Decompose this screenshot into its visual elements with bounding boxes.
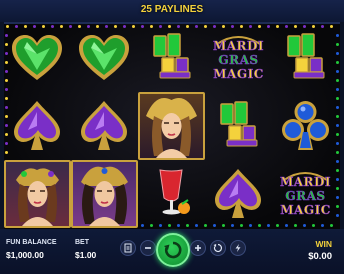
paytable-button[interactable] xyxy=(120,240,136,256)
logo-line1: MARDI xyxy=(213,39,264,53)
logo-icon: MARDI GRAS MAGIC xyxy=(213,36,264,81)
plus-icon xyxy=(195,245,201,251)
symbol-shot-glasses xyxy=(272,24,339,92)
shot-glasses-icon xyxy=(153,33,191,79)
green-heart-icon xyxy=(12,35,62,80)
win-value: $0.00 xyxy=(308,251,332,262)
symbol-blue-club xyxy=(272,92,339,160)
green-heart-icon xyxy=(79,35,129,80)
symbol-woman-wild xyxy=(138,92,205,160)
symbol-logo: MARDI GRAS MAGIC xyxy=(205,24,272,92)
spin-arrow-icon xyxy=(164,241,182,259)
woman-wild-icon xyxy=(81,166,128,226)
logo-icon: MARDI GRAS MAGIC xyxy=(280,172,331,217)
header-bar: 25 PAYLINES xyxy=(0,0,344,22)
blue-club-icon xyxy=(282,101,329,150)
reel-area: MARDI GRAS MAGIC MARDI GRAS MAGIC xyxy=(4,22,340,231)
decrease-bet-button[interactable] xyxy=(140,240,156,256)
woman-wild-icon xyxy=(16,168,59,226)
bet-label: BET xyxy=(75,239,89,246)
symbol-shot-glasses xyxy=(205,92,272,160)
logo-line2: GRAS xyxy=(218,53,258,67)
symbol-green-heart xyxy=(71,24,138,92)
lightning-icon xyxy=(235,244,241,252)
shot-glasses-icon xyxy=(287,33,325,79)
paylines-label: 25 PAYLINES xyxy=(140,4,204,15)
symbol-green-heart xyxy=(4,24,71,92)
bet-value: $1.00 xyxy=(75,250,97,260)
cocktail-icon xyxy=(159,169,190,215)
purple-spade-icon xyxy=(215,169,261,218)
symbol-shot-glasses xyxy=(138,24,205,92)
logo-line1: MARDI xyxy=(280,175,331,189)
symbol-woman-wild xyxy=(4,160,71,228)
logo-line3: MAGIC xyxy=(213,67,264,81)
win-label: WIN xyxy=(315,239,332,249)
symbol-woman-wild xyxy=(71,160,138,228)
purple-spade-icon xyxy=(14,101,60,150)
purple-spade-icon xyxy=(81,101,127,150)
symbol-cocktail xyxy=(138,160,205,228)
shot-glasses-icon xyxy=(220,101,258,147)
symbol-purple-spade xyxy=(205,160,272,228)
paytable-icon xyxy=(124,243,132,253)
symbol-purple-spade xyxy=(4,92,71,160)
autoplay-button[interactable] xyxy=(210,240,226,256)
balance-value: $1,000.00 xyxy=(6,250,44,260)
turbo-button[interactable] xyxy=(230,240,246,256)
logo-line3: MAGIC xyxy=(280,203,331,217)
autoplay-icon xyxy=(213,243,223,253)
logo-line2: GRAS xyxy=(285,189,325,203)
minus-icon xyxy=(145,247,151,249)
increase-bet-button[interactable] xyxy=(190,240,206,256)
symbol-logo: MARDI GRAS MAGIC xyxy=(272,160,339,228)
woman-wild-icon xyxy=(146,98,197,158)
symbol-purple-spade xyxy=(71,92,138,160)
spin-button[interactable] xyxy=(156,233,190,267)
balance-label: FUN BALANCE xyxy=(6,239,57,246)
